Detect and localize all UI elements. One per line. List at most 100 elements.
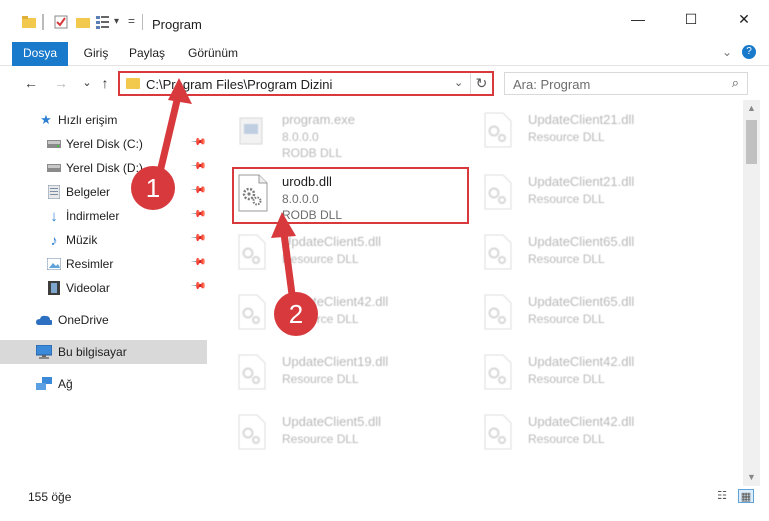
search-box[interactable]: Ara: Program ⌕ <box>504 72 748 95</box>
file-name: UpdateClient5.dll <box>282 414 382 429</box>
folder-icon <box>126 78 140 89</box>
file-description: RODB DLL <box>282 146 343 160</box>
search-icon[interactable]: ⌕ <box>732 75 739 91</box>
list-item[interactable]: UpdateClient42.dll Resource DLL <box>478 348 718 404</box>
minimize-button[interactable]: — <box>615 0 661 38</box>
file-version: 8.0.0.0 <box>282 130 319 144</box>
list-item[interactable]: UpdateClient42.dll Resource DLL <box>232 288 472 344</box>
tab-view[interactable]: Görünüm <box>182 42 244 66</box>
list-item[interactable]: UpdateClient19.dll Resource DLL <box>232 348 472 404</box>
tab-home[interactable]: Giriş <box>78 42 114 66</box>
file-description: Resource DLL <box>528 130 605 144</box>
search-placeholder: Ara: Program <box>513 77 591 92</box>
recent-locations-button[interactable]: ⌄ <box>78 74 96 92</box>
tab-share[interactable]: Paylaş <box>125 42 169 66</box>
back-button[interactable]: ← <box>22 74 40 92</box>
sidebar-item-music[interactable]: ♪ Müzik 📌 <box>0 228 207 252</box>
properties-icon[interactable] <box>54 15 68 29</box>
pin-icon[interactable]: 📌 <box>190 182 207 199</box>
expand-ribbon-icon[interactable]: ⌄ <box>722 45 732 59</box>
list-item[interactable]: UpdateClient21.dll Resource DLL <box>478 106 718 162</box>
dll-file-icon <box>238 234 266 270</box>
toolbar-dropdown-icon[interactable]: ▾ <box>114 16 119 27</box>
sidebar-item-label: Ağ <box>58 377 73 391</box>
sidebar-item-disk-c[interactable]: Yerel Disk (C:) 📌 <box>0 132 207 156</box>
exe-file-icon <box>238 112 266 148</box>
dll-file-icon <box>484 414 512 450</box>
sidebar-item-documents[interactable]: Belgeler 📌 <box>0 180 207 204</box>
pin-icon[interactable]: 📌 <box>190 254 207 271</box>
callout-1: 1 <box>131 166 175 210</box>
folder-icon <box>22 16 36 28</box>
list-item[interactable]: UpdateClient5.dll Resource DLL <box>232 228 472 284</box>
title-bar: ▾ = Program — ☐ ✕ <box>0 0 769 38</box>
pin-icon[interactable]: 📌 <box>190 278 207 295</box>
scroll-thumb[interactable] <box>746 120 757 164</box>
sidebar-item-label: Belgeler <box>66 185 111 199</box>
help-icon[interactable]: ? <box>742 45 756 59</box>
drive-icon <box>46 160 62 176</box>
forward-button[interactable]: → <box>52 74 70 92</box>
dll-file-icon <box>238 354 266 390</box>
sidebar-item-network[interactable]: Ağ <box>0 372 207 396</box>
sidebar-item-quick-access[interactable]: ★ Hızlı erişim <box>0 108 207 132</box>
maximize-button[interactable]: ☐ <box>668 0 714 38</box>
documents-icon <box>46 184 62 200</box>
title-separator <box>142 14 143 30</box>
sidebar-item-disk-d[interactable]: Yerel Disk (D:) 📌 <box>0 156 207 180</box>
details-view-icon[interactable]: ☷ <box>714 489 730 503</box>
list-item[interactable]: UpdateClient65.dll Resource DLL <box>478 228 718 284</box>
pictures-icon <box>46 256 62 272</box>
address-bar[interactable]: C:\Program Files\Program Dizini ⌄ ↻ <box>118 71 494 96</box>
address-dropdown-icon[interactable]: ⌄ <box>454 76 463 89</box>
sidebar-item-onedrive[interactable]: OneDrive <box>0 308 207 332</box>
list-item[interactable]: UpdateClient5.dll Resource DLL <box>232 408 472 464</box>
close-button[interactable]: ✕ <box>721 0 767 38</box>
sidebar-item-label: Yerel Disk (C:) <box>66 137 143 151</box>
file-description: Resource DLL <box>282 252 359 266</box>
pin-icon[interactable]: 📌 <box>190 158 207 175</box>
sidebar-item-label: Resimler <box>66 257 114 271</box>
file-name: UpdateClient21.dll <box>528 112 635 127</box>
quick-access-arrow-icon[interactable]: = <box>128 14 135 28</box>
dll-file-icon <box>484 354 512 390</box>
customize-toolbar-icon[interactable] <box>96 15 112 29</box>
file-description: Resource DLL <box>528 192 605 206</box>
up-button[interactable]: ↑ <box>96 74 114 92</box>
sidebar-item-label: Müzik <box>66 233 98 247</box>
pin-icon[interactable]: 📌 <box>190 230 207 247</box>
sidebar-item-videos[interactable]: Videolar 📌 <box>0 276 207 300</box>
navigation-pane: ★ Hızlı erişim Yerel Disk (C:) 📌 Yerel D… <box>0 100 207 486</box>
vertical-scrollbar[interactable]: ▲ ▼ <box>743 100 760 486</box>
highlight-box <box>232 167 469 224</box>
star-icon: ★ <box>40 112 52 127</box>
tiles-view-icon[interactable]: ▦ <box>738 489 754 503</box>
item-count: 155 öğe <box>28 490 72 504</box>
file-name: UpdateClient21.dll <box>528 174 635 189</box>
scroll-down-icon[interactable]: ▼ <box>743 469 760 486</box>
scroll-up-icon[interactable]: ▲ <box>743 100 760 117</box>
sidebar-item-label: Yerel Disk (D:) <box>66 161 143 175</box>
drive-icon <box>46 136 62 152</box>
pin-icon[interactable]: 📌 <box>190 134 207 151</box>
list-item[interactable]: UpdateClient21.dll Resource DLL <box>478 168 718 224</box>
list-item[interactable]: UpdateClient65.dll Resource DLL <box>478 288 718 344</box>
toolbar-separator <box>42 14 44 30</box>
file-name: UpdateClient42.dll <box>528 354 635 369</box>
list-item[interactable]: UpdateClient42.dll Resource DLL <box>478 408 718 464</box>
list-item[interactable]: program.exe 8.0.0.0 RODB DLL <box>232 106 472 162</box>
file-name: UpdateClient42.dll <box>528 414 635 429</box>
new-folder-icon[interactable] <box>76 16 90 28</box>
cloud-icon <box>36 312 52 328</box>
videos-icon <box>46 280 62 296</box>
music-icon: ♪ <box>50 232 58 248</box>
sidebar-item-pictures[interactable]: Resimler 📌 <box>0 252 207 276</box>
pin-icon[interactable]: 📌 <box>190 206 207 223</box>
window-title: Program <box>152 17 202 32</box>
refresh-button[interactable]: ↻ <box>470 73 492 94</box>
dll-file-icon <box>484 294 512 330</box>
sidebar-item-downloads[interactable]: ↓ İndirmeler 📌 <box>0 204 207 228</box>
sidebar-item-label: OneDrive <box>58 313 109 327</box>
address-path[interactable]: C:\Program Files\Program Dizini <box>146 77 332 92</box>
sidebar-item-this-pc[interactable]: Bu bilgisayar <box>0 340 207 364</box>
